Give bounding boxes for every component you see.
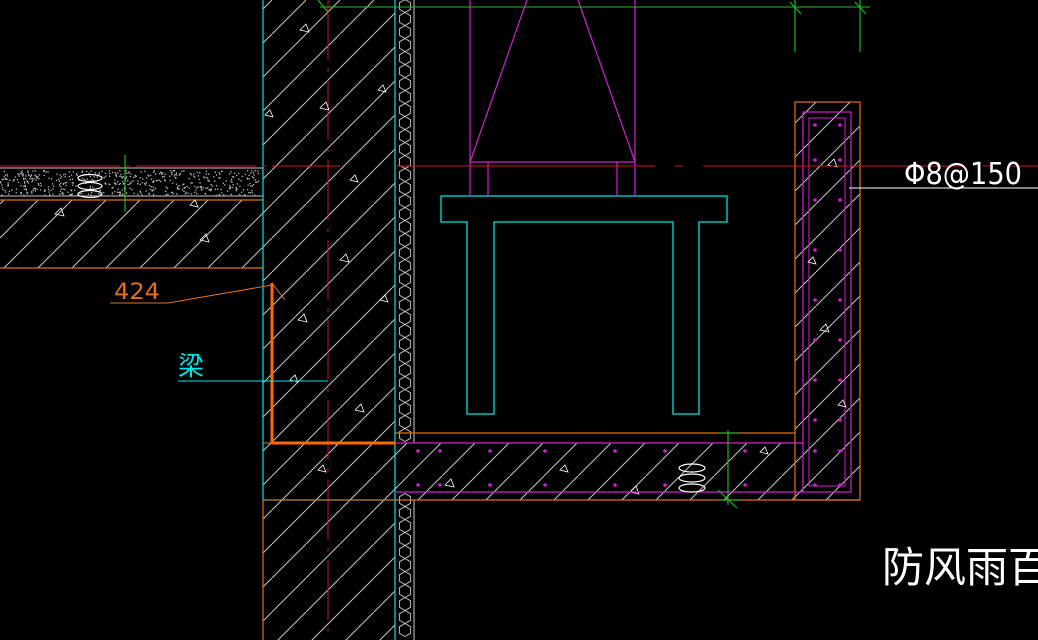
- insulation-cell: [398, 0, 412, 14]
- insulation-cell: [398, 50, 412, 66]
- insulation-cell: [398, 37, 412, 53]
- dimension-424-leader: 424: [110, 280, 273, 305]
- insulation-cell: [398, 284, 412, 300]
- insulation-cell: [398, 570, 412, 586]
- insulation-cell: [398, 219, 412, 235]
- insulation-cell: [398, 518, 412, 534]
- insulation-cell: [398, 505, 412, 521]
- insulation-cell: [398, 557, 412, 573]
- insulation-cell: [398, 180, 412, 196]
- insulation-cell: [398, 154, 412, 170]
- insulation-cell: [398, 128, 412, 144]
- concrete-wall: [262, 0, 396, 640]
- louver-label-text: 防风雨百叶: [882, 543, 1038, 592]
- insulation-cell: [398, 388, 412, 404]
- insulation-cell: [398, 206, 412, 222]
- insulation-cell: [398, 349, 412, 365]
- insulation-cell: [398, 596, 412, 612]
- insulation-cell: [398, 141, 412, 157]
- insulation-cell: [398, 63, 412, 79]
- cad-drawing-canvas: 424 梁 Φ8@150 防风雨百叶: [0, 0, 1038, 640]
- insulation-cell: [398, 271, 412, 287]
- insulation-cell: [398, 24, 412, 40]
- screed-layer: [0, 167, 263, 197]
- upturn-wall: [794, 101, 861, 501]
- insulation-cell: [398, 193, 412, 209]
- insulation-cell: [398, 115, 412, 131]
- insulation-cell: [398, 401, 412, 417]
- insulation-cell: [398, 414, 412, 430]
- rebar-spec-text: Φ8@150: [904, 157, 1022, 192]
- insulation-cell: [398, 336, 412, 352]
- insulation-cell: [398, 375, 412, 391]
- insulation-cell: [398, 310, 412, 326]
- louver-frame: [440, 195, 728, 415]
- insulation-cell: [398, 583, 412, 599]
- insulation-strip: [398, 0, 415, 640]
- insulation-cell: [398, 297, 412, 313]
- insulation-cell: [398, 11, 412, 27]
- insulation-cell: [398, 232, 412, 248]
- insulation-cell: [398, 76, 412, 92]
- insulation-cell: [398, 622, 412, 638]
- beam-label-text: 梁: [178, 352, 204, 382]
- insulation-cell: [398, 544, 412, 560]
- insulation-cell: [398, 89, 412, 105]
- insulation-cell: [398, 102, 412, 118]
- insulation-cell: [398, 362, 412, 378]
- upper-frame: [469, 0, 636, 196]
- insulation-cell: [398, 258, 412, 274]
- insulation-cell: [398, 427, 412, 443]
- insulation-cell: [398, 531, 412, 547]
- ledge-rebar: [395, 123, 842, 493]
- dimension-424-text: 424: [114, 280, 160, 305]
- insulation-cell: [398, 167, 412, 183]
- insulation-cell: [398, 245, 412, 261]
- insulation-cell: [398, 609, 412, 625]
- left-floor-slab: [0, 199, 263, 269]
- insulation-cell: [398, 323, 412, 339]
- rebar-spec-leader: Φ8@150: [849, 157, 1038, 192]
